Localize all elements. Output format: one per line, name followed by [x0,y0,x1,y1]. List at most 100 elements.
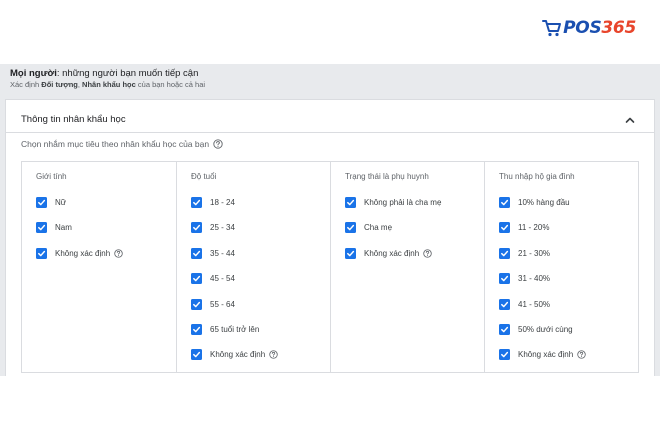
help-circle-icon[interactable] [114,249,123,258]
column-header: Độ tuổi [191,172,217,181]
checkbox[interactable] [191,273,202,285]
column-header: Trạng thái là phụ huynh [345,172,429,181]
checkmark-icon [501,199,509,206]
column-do-tuoi: Độ tuổi 18 - 24 25 - 34 35 - 44 45 - 54 55 - … [176,162,330,372]
chevron-up-icon[interactable] [624,114,636,126]
checkmark-icon [347,199,355,206]
option-khong-xac-dinh[interactable]: Không xác định [499,349,638,361]
checkmark-icon [501,326,509,333]
checkbox[interactable] [191,349,202,361]
checkbox[interactable] [191,222,202,234]
subtitle-post: của bạn hoặc cả hai [135,80,206,89]
checkbox[interactable] [499,222,510,234]
column-header: Giới tính [36,172,67,181]
option-label: Không xác định [210,350,266,360]
option-label: Không phải là cha mẹ [364,198,442,207]
option-11-20[interactable]: 11 - 20% [499,222,638,234]
option-label: 45 - 54 [210,274,235,284]
option-label: 65 tuổi trở lên [210,324,260,334]
option-nu[interactable]: Nữ [36,197,176,208]
checkmark-icon [193,301,201,307]
section-title-rest: : những người bạn muốn tiếp cận [56,68,199,79]
option-label: Không xác định [364,248,420,258]
checkbox[interactable] [191,298,202,310]
option-label: 10% hàng đầu [518,198,570,207]
checkbox[interactable] [36,247,47,259]
checkbox[interactable] [345,197,356,208]
option-khong-xac-dinh[interactable]: Không xác định [191,349,330,361]
subtitle-audience: Đối tượng [41,80,78,89]
option-50-duoi-cung[interactable]: 50% dưới cùng [499,323,638,335]
option-18-24[interactable]: 18 - 24 [191,197,330,208]
help-circle-icon[interactable] [269,350,278,360]
option-31-40[interactable]: 31 - 40% [499,273,638,285]
option-21-30[interactable]: 21 - 30% [499,247,638,259]
section-subtitle: Xác định Đối tượng, Nhân khẩu học của bạ… [10,80,660,90]
option-label: 25 - 34 [210,223,235,233]
checkbox[interactable] [499,323,510,335]
option-label: Nam [55,223,72,233]
logo-text-pos: POS [563,18,602,38]
card-title: Thông tin nhân khẩu học [21,114,126,125]
section-title: Mọi người: những người bạn muốn tiếp cận [10,68,660,80]
option-cha-me[interactable]: Cha mẹ [345,222,484,234]
option-label: 11 - 20% [518,223,550,233]
checkmark-icon [193,326,201,333]
checkbox[interactable] [499,349,510,361]
option-10-hang-dau[interactable]: 10% hàng đầu [499,197,638,208]
checkbox[interactable] [499,247,510,259]
checkmark-icon [38,199,46,206]
checkbox[interactable] [191,197,202,208]
option-35-44[interactable]: 35 - 44 [191,247,330,259]
column-header: Thu nhập hộ gia đình [499,172,575,181]
option-65-tuoi-tro-len[interactable]: 65 tuổi trở lên [191,323,330,335]
subtitle-demographics: Nhân khẩu học [82,80,136,89]
checkbox[interactable] [191,323,202,335]
checkbox[interactable] [499,197,510,208]
checkbox[interactable] [499,273,510,285]
checkmark-icon [193,352,201,358]
option-khong-phai-la-cha-me[interactable]: Không phải là cha mẹ [345,197,484,208]
logo-text: POS365 [563,16,636,40]
checkbox[interactable] [191,247,202,259]
option-khong-xac-dinh[interactable]: Không xác định [36,247,176,259]
option-45-54[interactable]: 45 - 54 [191,273,330,285]
checkbox[interactable] [345,247,356,259]
checkmark-icon [38,225,46,231]
checkmark-icon [501,301,509,307]
card-divider [6,132,654,133]
option-label: Không xác định [55,248,111,258]
checkmark-icon [38,250,46,257]
help-circle-icon[interactable] [213,139,223,149]
option-label: 31 - 40% [518,274,551,284]
option-25-34[interactable]: 25 - 34 [191,222,330,234]
checkmark-icon [347,225,355,231]
option-41-50[interactable]: 41 - 50% [499,298,638,310]
option-label: Nữ [55,198,67,207]
checkbox[interactable] [36,222,47,234]
checkmark-icon [193,275,201,282]
option-khong-xac-dinh[interactable]: Không xác định [345,247,484,259]
option-55-64[interactable]: 55 - 64 [191,298,330,310]
column-gioi-tinh: Giới tính Nữ Nam Không xác định [22,162,176,372]
option-label: 18 - 24 [210,198,235,207]
shopping-cart-icon [542,20,562,37]
checkmark-icon [501,225,509,231]
checkbox[interactable] [499,298,510,310]
subtitle-pre: Xác định [10,80,42,89]
targeting-prompt: Chọn nhắm mục tiêu theo nhân khẩu học củ… [21,139,223,149]
section-header: Mọi người: những người bạn muốn tiếp cận… [0,64,660,94]
help-circle-icon[interactable] [423,249,432,258]
prompt-text: Chọn nhắm mục tiêu theo nhân khẩu học củ… [21,139,210,149]
option-label: 55 - 64 [210,299,235,309]
checkbox[interactable] [345,222,356,234]
column-thu-nhap-ho-gia-dinh: Thu nhập hộ gia đình 10% hàng đầu 11 - 20%… [484,162,638,372]
demographics-card: Thông tin nhân khẩu học Chọn nhắm mục ti… [5,99,655,376]
option-nam[interactable]: Nam [36,222,176,234]
help-circle-icon[interactable] [577,350,586,360]
option-label: 35 - 44 [210,248,235,258]
checkbox[interactable] [36,197,47,208]
checkmark-icon [347,250,355,257]
checkmark-icon [501,250,509,257]
settings-panel: Mọi người: những người bạn muốn tiếp cận… [0,64,660,376]
